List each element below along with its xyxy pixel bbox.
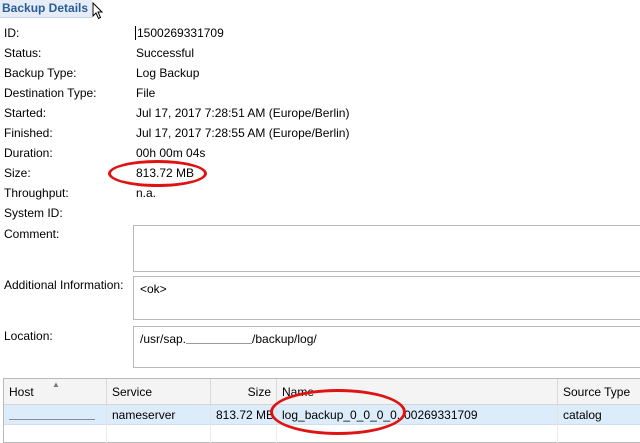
table-header: ▲ Host Service Size Name Source Type bbox=[4, 379, 640, 405]
cell-name: log_backup_0_0_0_0. 00269331709 bbox=[277, 405, 558, 425]
backup-type-value: Log Backup bbox=[136, 66, 200, 80]
column-header-service[interactable]: Service bbox=[107, 379, 211, 405]
column-header-source-type[interactable]: Source Type bbox=[558, 379, 640, 405]
backup-details-panel: Backup Details ID: 1500269331709 Status:… bbox=[0, 0, 640, 443]
column-header-name[interactable]: Name bbox=[277, 379, 558, 405]
id-value[interactable]: 1500269331709 bbox=[135, 26, 224, 40]
location-path-suffix: /backup/log/ bbox=[252, 332, 317, 346]
location-label: Location: bbox=[4, 329, 53, 343]
finished-label: Finished: bbox=[4, 126, 53, 140]
table-empty-row bbox=[4, 425, 640, 443]
table-row[interactable]: nameserver 813.72 MB log_backup_0_0_0_0.… bbox=[4, 405, 640, 425]
column-header-size[interactable]: Size bbox=[211, 379, 277, 405]
column-header-host[interactable]: ▲ Host bbox=[4, 379, 107, 405]
redacted-host bbox=[9, 408, 95, 420]
id-label: ID: bbox=[4, 26, 20, 40]
sort-ascending-icon: ▲ bbox=[52, 380, 60, 389]
mouse-pointer-icon bbox=[92, 2, 104, 20]
section-title: Backup Details bbox=[0, 0, 93, 18]
destination-type-value: File bbox=[136, 86, 156, 100]
cell-size: 813.72 MB bbox=[211, 405, 277, 425]
throughput-value: n.a. bbox=[136, 186, 157, 200]
system-id-label: System ID: bbox=[4, 206, 63, 220]
comment-label: Comment: bbox=[4, 227, 60, 241]
size-label: Size: bbox=[4, 166, 31, 180]
destination-type-label: Destination Type: bbox=[4, 86, 97, 100]
throughput-label: Throughput: bbox=[4, 186, 69, 200]
backup-files-table: ▲ Host Service Size Name Source Type nam… bbox=[3, 378, 640, 443]
started-value: Jul 17, 2017 7:28:51 AM (Europe/Berlin) bbox=[136, 106, 350, 120]
backup-type-label: Backup Type: bbox=[4, 66, 77, 80]
size-value: 813.72 MB bbox=[136, 166, 195, 180]
status-label: Status: bbox=[4, 46, 42, 60]
duration-value: 00h 00m 04s bbox=[136, 146, 206, 160]
cell-source-type: catalog bbox=[563, 408, 602, 422]
status-value: Successful bbox=[136, 46, 195, 60]
comment-field[interactable] bbox=[133, 225, 640, 272]
location-field[interactable]: /usr/sap. /backup/log/ bbox=[133, 326, 640, 368]
additional-information-field[interactable]: <ok> bbox=[133, 276, 640, 320]
redacted-sid bbox=[186, 332, 253, 344]
additional-information-label: Additional Information: bbox=[4, 278, 124, 292]
cell-service: nameserver bbox=[107, 405, 211, 425]
cell-host bbox=[4, 405, 107, 425]
location-path-prefix: /usr/sap. bbox=[140, 332, 187, 346]
duration-label: Duration: bbox=[4, 146, 53, 160]
started-label: Started: bbox=[4, 106, 47, 120]
finished-value: Jul 17, 2017 7:28:55 AM (Europe/Berlin) bbox=[136, 126, 350, 140]
